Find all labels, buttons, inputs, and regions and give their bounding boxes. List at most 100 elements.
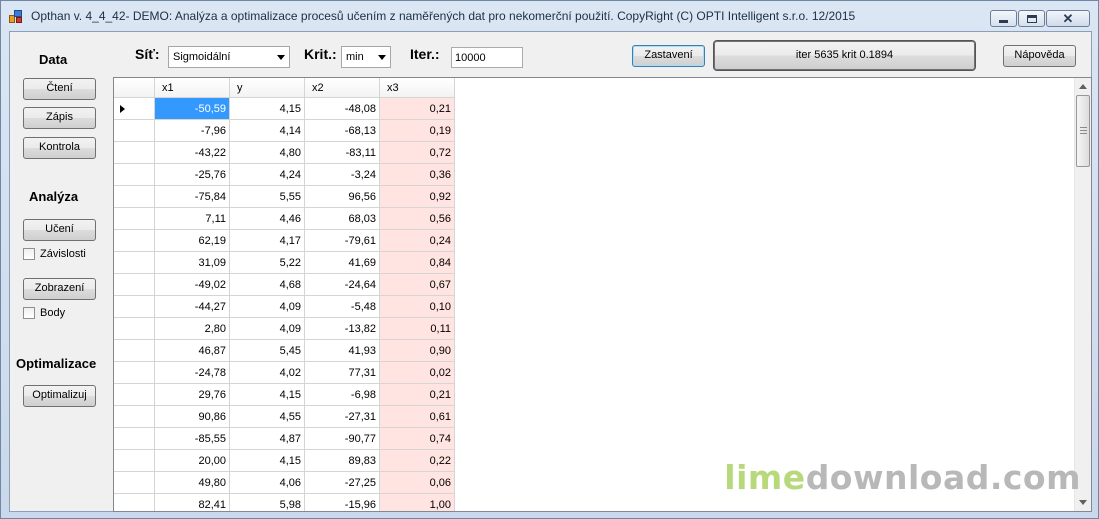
grid-cell-x3[interactable]: 0,21 [380,384,455,406]
grid-cell-y[interactable]: 5,22 [230,252,305,274]
row-header[interactable] [114,186,155,208]
column-header-y[interactable]: y [230,78,305,98]
table-row[interactable]: 31,09 5,22 41,69 0,84 [114,252,455,274]
grid-cell-x2[interactable]: -6,98 [305,384,380,406]
read-button[interactable]: Čtení [23,78,96,100]
grid-cell-x3[interactable]: 0,21 [380,98,455,120]
table-row[interactable]: 7,11 4,46 68,03 0,56 [114,208,455,230]
grid-cell-y[interactable]: 5,45 [230,340,305,362]
grid-cell-x3[interactable]: 0,84 [380,252,455,274]
title-bar[interactable]: Opthan v. 4_4_42- DEMO: Analýza a optima… [1,1,1098,31]
grid-cell-x1[interactable]: 46,87 [155,340,230,362]
grid-cell-y[interactable]: 4,14 [230,120,305,142]
table-row[interactable]: 62,19 4,17 -79,61 0,24 [114,230,455,252]
grid-cell-y[interactable]: 4,68 [230,274,305,296]
table-row[interactable]: -75,84 5,55 96,56 0,92 [114,186,455,208]
table-row[interactable]: 20,00 4,15 89,83 0,22 [114,450,455,472]
row-header[interactable] [114,98,155,120]
grid-cell-y[interactable]: 4,87 [230,428,305,450]
grid-cell-x2[interactable]: 77,31 [305,362,380,384]
network-select[interactable]: Sigmoidální [168,46,290,68]
stop-button[interactable]: Zastavení [632,45,705,67]
column-header-x2[interactable]: x2 [305,78,380,98]
check-button[interactable]: Kontrola [23,137,96,159]
grid-cell-x2[interactable]: 96,56 [305,186,380,208]
row-header[interactable] [114,494,155,511]
grid-cell-x1[interactable]: -44,27 [155,296,230,318]
grid-cell-x1[interactable]: -85,55 [155,428,230,450]
table-row[interactable]: -44,27 4,09 -5,48 0,10 [114,296,455,318]
row-header[interactable] [114,120,155,142]
dependencies-checkbox[interactable] [23,248,35,260]
grid-cell-x1[interactable]: 2,80 [155,318,230,340]
grid-cell-y[interactable]: 4,17 [230,230,305,252]
grid-cell-x1[interactable]: -25,76 [155,164,230,186]
table-row[interactable]: 90,86 4,55 -27,31 0,61 [114,406,455,428]
grid-cell-x3[interactable]: 1,00 [380,494,455,511]
grid-cell-y[interactable]: 4,24 [230,164,305,186]
grid-cell-x1[interactable]: -43,22 [155,142,230,164]
table-row[interactable]: -25,76 4,24 -3,24 0,36 [114,164,455,186]
grid-cell-x1[interactable]: -50,59 [155,98,230,120]
row-header[interactable] [114,450,155,472]
help-button[interactable]: Nápověda [1003,45,1076,67]
learn-button[interactable]: Učení [23,219,96,241]
data-grid[interactable]: x1 y x2 x3 -50,59 4,15 -48,08 0,21 -7,96 4,14… [113,77,1092,512]
grid-cell-x1[interactable]: -49,02 [155,274,230,296]
grid-cell-x2[interactable]: 41,93 [305,340,380,362]
grid-cell-x2[interactable]: 89,83 [305,450,380,472]
table-row[interactable]: -49,02 4,68 -24,64 0,67 [114,274,455,296]
table-row[interactable]: -85,55 4,87 -90,77 0,74 [114,428,455,450]
close-button[interactable]: ✕ [1046,10,1090,27]
scroll-up-icon[interactable] [1079,84,1087,89]
grid-cell-y[interactable]: 4,02 [230,362,305,384]
grid-cell-x3[interactable]: 0,72 [380,142,455,164]
scroll-thumb[interactable] [1076,95,1090,167]
table-row[interactable]: 29,76 4,15 -6,98 0,21 [114,384,455,406]
grid-cell-x2[interactable]: -24,64 [305,274,380,296]
grid-cell-x2[interactable]: 68,03 [305,208,380,230]
row-header[interactable] [114,208,155,230]
maximize-button[interactable] [1018,10,1045,27]
grid-cell-x2[interactable]: 41,69 [305,252,380,274]
row-header[interactable] [114,318,155,340]
grid-cell-x2[interactable]: -5,48 [305,296,380,318]
grid-cell-x1[interactable]: -7,96 [155,120,230,142]
grid-cell-x2[interactable]: -13,82 [305,318,380,340]
grid-cell-x1[interactable]: 20,00 [155,450,230,472]
grid-cell-y[interactable]: 4,06 [230,472,305,494]
table-row[interactable]: -24,78 4,02 77,31 0,02 [114,362,455,384]
row-header[interactable] [114,230,155,252]
grid-cell-x2[interactable]: -27,31 [305,406,380,428]
row-header[interactable] [114,164,155,186]
table-row[interactable]: 46,87 5,45 41,93 0,90 [114,340,455,362]
row-header[interactable] [114,296,155,318]
grid-cell-x3[interactable]: 0,56 [380,208,455,230]
table-row[interactable]: 2,80 4,09 -13,82 0,11 [114,318,455,340]
vertical-scrollbar[interactable] [1074,78,1091,511]
points-checkbox[interactable] [23,307,35,319]
grid-cell-x2[interactable]: -79,61 [305,230,380,252]
grid-cell-x2[interactable]: -90,77 [305,428,380,450]
grid-cell-x3[interactable]: 0,36 [380,164,455,186]
optimize-button[interactable]: Optimalizuj [23,385,96,407]
scroll-down-icon[interactable] [1079,500,1087,505]
row-header[interactable] [114,428,155,450]
grid-cell-x3[interactable]: 0,19 [380,120,455,142]
grid-corner-header[interactable] [114,78,155,98]
grid-cell-x1[interactable]: 49,80 [155,472,230,494]
grid-cell-y[interactable]: 4,09 [230,296,305,318]
grid-cell-y[interactable]: 4,46 [230,208,305,230]
grid-cell-y[interactable]: 4,09 [230,318,305,340]
grid-cell-x3[interactable]: 0,24 [380,230,455,252]
column-header-x3[interactable]: x3 [380,78,455,98]
grid-cell-x1[interactable]: 29,76 [155,384,230,406]
grid-cell-y[interactable]: 4,55 [230,406,305,428]
grid-cell-x1[interactable]: 62,19 [155,230,230,252]
grid-cell-x3[interactable]: 0,67 [380,274,455,296]
grid-cell-x2[interactable]: -68,13 [305,120,380,142]
grid-cell-x1[interactable]: -75,84 [155,186,230,208]
display-button[interactable]: Zobrazení [23,278,96,300]
column-header-x1[interactable]: x1 [155,78,230,98]
grid-cell-y[interactable]: 5,55 [230,186,305,208]
